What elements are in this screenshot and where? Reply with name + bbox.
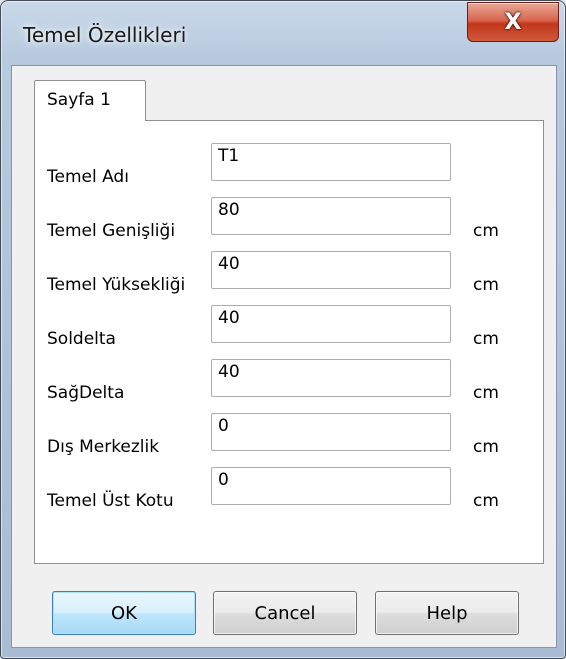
temel-yuksekligi-field[interactable] xyxy=(211,251,451,289)
temel-yuksekligi-label: Temel Yüksekliği xyxy=(47,275,186,295)
help-button[interactable]: Help xyxy=(375,591,519,635)
temel-yuksekligi-input[interactable] xyxy=(212,252,450,288)
temel-ust-kotu-field[interactable] xyxy=(211,467,451,505)
soldelta-input[interactable] xyxy=(212,306,450,342)
ok-button[interactable]: OK xyxy=(52,591,196,635)
dialog-window: Temel Özellikleri X Sayfa 1 Temel Adı Te… xyxy=(0,0,566,659)
title-bar[interactable]: Temel Özellikleri X xyxy=(1,1,565,65)
temel-ust-kotu-input[interactable] xyxy=(212,468,450,504)
cancel-button[interactable]: Cancel xyxy=(213,591,357,635)
tab-panel: Temel Adı Temel Genişliği cm Temel Yükse… xyxy=(34,120,544,564)
sagdelta-input[interactable] xyxy=(212,360,450,396)
temel-ust-kotu-label: Temel Üst Kotu xyxy=(47,491,174,511)
dis-merkezlik-label: Dış Merkezlik xyxy=(47,437,160,457)
soldelta-label: Soldelta xyxy=(47,329,116,349)
sagdelta-unit: cm xyxy=(473,383,499,403)
close-button[interactable]: X xyxy=(467,2,559,42)
temel-adi-input[interactable] xyxy=(212,144,450,180)
dis-merkezlik-input[interactable] xyxy=(212,414,450,450)
temel-genisligi-label: Temel Genişliği xyxy=(47,221,176,241)
temel-genisligi-input[interactable] xyxy=(212,198,450,234)
temel-adi-field[interactable] xyxy=(211,143,451,181)
tab-label: Sayfa 1 xyxy=(47,90,111,110)
temel-ust-kotu-unit: cm xyxy=(473,491,499,511)
close-icon: X xyxy=(504,9,522,35)
sagdelta-field[interactable] xyxy=(211,359,451,397)
dialog-body: Sayfa 1 Temel Adı Temel Genişliği cm Tem… xyxy=(11,65,557,648)
dis-merkezlik-unit: cm xyxy=(473,437,499,457)
temel-adi-label: Temel Adı xyxy=(47,167,129,187)
temel-yuksekligi-unit: cm xyxy=(473,275,499,295)
temel-genisligi-field[interactable] xyxy=(211,197,451,235)
soldelta-field[interactable] xyxy=(211,305,451,343)
dis-merkezlik-field[interactable] xyxy=(211,413,451,451)
window-title: Temel Özellikleri xyxy=(23,23,187,47)
temel-genisligi-unit: cm xyxy=(473,221,499,241)
soldelta-unit: cm xyxy=(473,329,499,349)
sagdelta-label: SağDelta xyxy=(47,383,125,403)
tab-sayfa-1[interactable]: Sayfa 1 xyxy=(34,80,146,121)
